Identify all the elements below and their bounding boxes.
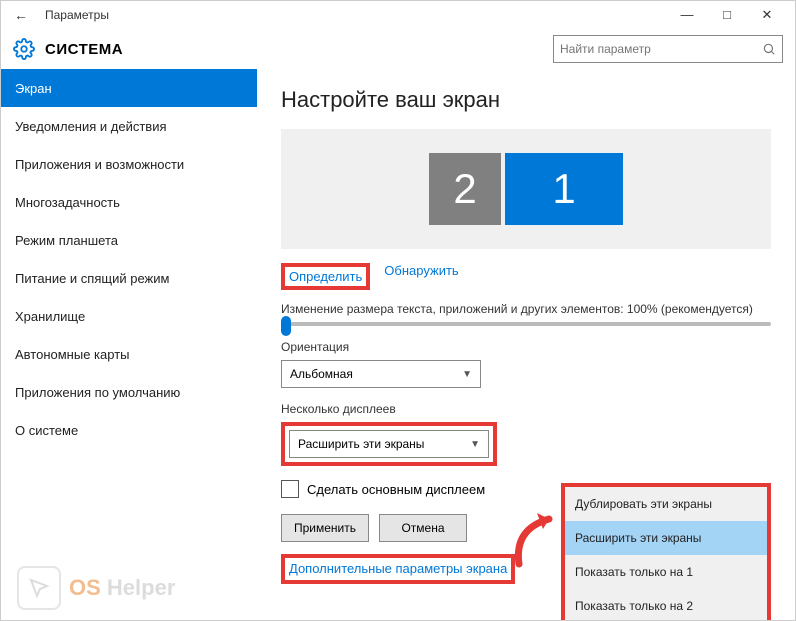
header: СИСТЕМА xyxy=(1,29,795,69)
sidebar-item-notifications[interactable]: Уведомления и действия xyxy=(1,107,257,145)
highlight-multi: Расширить эти экраны ▼ xyxy=(281,422,497,466)
sidebar-item-power[interactable]: Питание и спящий режим xyxy=(1,259,257,297)
chevron-down-icon: ▼ xyxy=(462,369,472,380)
detect-link[interactable]: Обнаружить xyxy=(384,263,458,290)
dropdown-option-extend[interactable]: Расширить эти экраны xyxy=(565,521,767,555)
sidebar-item-label: Режим планшета xyxy=(15,233,118,248)
apply-button[interactable]: Применить xyxy=(281,514,369,542)
sidebar-item-label: Хранилище xyxy=(15,309,85,324)
watermark: OS Helper xyxy=(17,566,175,610)
sidebar-item-screen[interactable]: Экран xyxy=(1,69,257,107)
sidebar-item-label: Приложения и возможности xyxy=(15,157,184,172)
sidebar: Экран Уведомления и действия Приложения … xyxy=(1,69,257,620)
section-title: СИСТЕМА xyxy=(45,41,123,58)
sidebar-item-label: Экран xyxy=(15,81,52,96)
identify-link[interactable]: Определить xyxy=(289,269,362,284)
back-button[interactable]: ← xyxy=(9,7,33,23)
orientation-select[interactable]: Альбомная ▼ xyxy=(281,360,481,388)
sidebar-item-storage[interactable]: Хранилище xyxy=(1,297,257,335)
multi-display-dropdown: Дублировать эти экраны Расширить эти экр… xyxy=(561,483,771,620)
sidebar-item-label: Многозадачность xyxy=(15,195,120,210)
minimize-button[interactable]: — xyxy=(667,1,707,29)
sidebar-item-label: Питание и спящий режим xyxy=(15,271,169,286)
maximize-button[interactable]: □ xyxy=(707,1,747,29)
dropdown-option-only2[interactable]: Показать только на 2 xyxy=(565,589,767,620)
titlebar: ← Параметры — □ ✕ xyxy=(1,1,795,29)
dropdown-option-only1[interactable]: Показать только на 1 xyxy=(565,555,767,589)
window-title: Параметры xyxy=(45,8,109,22)
highlight-advanced: Дополнительные параметры экрана xyxy=(281,554,515,584)
sidebar-item-tablet[interactable]: Режим планшета xyxy=(1,221,257,259)
chevron-down-icon: ▼ xyxy=(470,439,480,450)
sidebar-item-label: Приложения по умолчанию xyxy=(15,385,180,400)
search-input[interactable] xyxy=(560,42,762,56)
close-button[interactable]: ✕ xyxy=(747,1,787,29)
orientation-label: Ориентация xyxy=(281,340,771,354)
advanced-settings-link[interactable]: Дополнительные параметры экрана xyxy=(289,561,507,576)
sidebar-item-label: Автономные карты xyxy=(15,347,130,362)
multi-display-label: Несколько дисплеев xyxy=(281,402,771,416)
main-panel: Настройте ваш экран 2 1 Определить Обнар… xyxy=(257,69,795,620)
search-box[interactable] xyxy=(553,35,783,63)
sidebar-item-maps[interactable]: Автономные карты xyxy=(1,335,257,373)
watermark-helper: Helper xyxy=(107,575,175,600)
sidebar-item-label: Уведомления и действия xyxy=(15,119,167,134)
make-main-label: Сделать основным дисплеем xyxy=(307,482,485,497)
slider-thumb[interactable] xyxy=(281,316,291,336)
sidebar-item-multitask[interactable]: Многозадачность xyxy=(1,183,257,221)
sidebar-item-label: О системе xyxy=(15,423,78,438)
sidebar-item-about[interactable]: О системе xyxy=(1,411,257,449)
watermark-os: OS xyxy=(69,575,101,600)
sidebar-item-defaults[interactable]: Приложения по умолчанию xyxy=(1,373,257,411)
display-arrangement[interactable]: 2 1 xyxy=(281,129,771,249)
page-title: Настройте ваш экран xyxy=(281,87,771,113)
monitor-1[interactable]: 1 xyxy=(505,153,623,225)
multi-display-value: Расширить эти экраны xyxy=(298,437,424,451)
gear-icon xyxy=(13,38,35,60)
cancel-button[interactable]: Отмена xyxy=(379,514,467,542)
sidebar-item-apps[interactable]: Приложения и возможности xyxy=(1,145,257,183)
highlight-identify: Определить xyxy=(281,263,370,290)
scale-label: Изменение размера текста, приложений и д… xyxy=(281,302,771,316)
make-main-checkbox[interactable] xyxy=(281,480,299,498)
cursor-icon xyxy=(17,566,61,610)
dropdown-option-duplicate[interactable]: Дублировать эти экраны xyxy=(565,487,767,521)
multi-display-select[interactable]: Расширить эти экраны ▼ xyxy=(289,430,489,458)
search-icon xyxy=(762,42,776,56)
orientation-value: Альбомная xyxy=(290,367,353,381)
monitor-2[interactable]: 2 xyxy=(429,153,501,225)
scale-slider[interactable] xyxy=(281,322,771,326)
